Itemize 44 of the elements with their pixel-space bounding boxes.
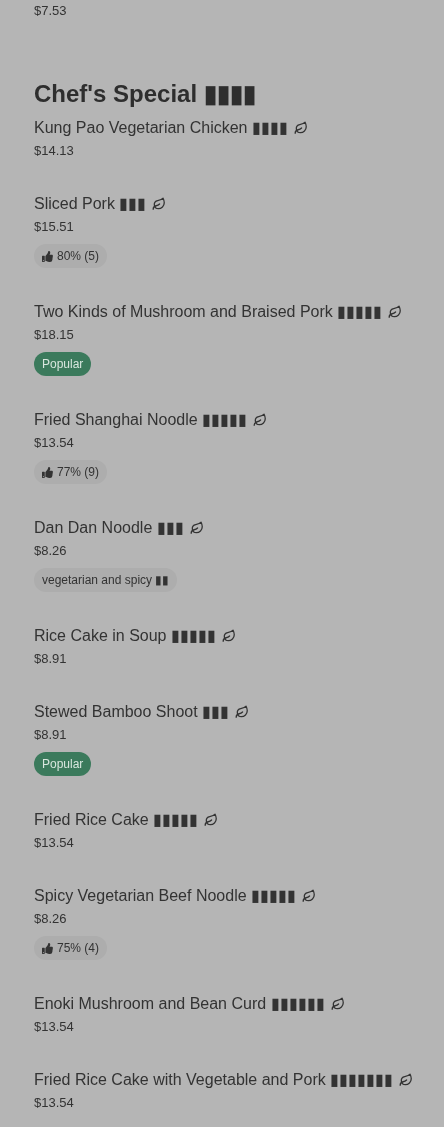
leaf-icon — [253, 413, 268, 427]
leaf-icon — [388, 305, 403, 319]
item-price: $13.54 — [34, 1018, 75, 1036]
leaf-icon — [293, 121, 308, 135]
thumbs-up-icon — [42, 250, 53, 262]
dish-name[interactable]: Dan Dan Noodle ▮▮▮ — [34, 516, 184, 540]
popular-badge: Popular — [34, 352, 92, 376]
rating-text: 75% (4) — [57, 940, 100, 957]
leaf-icon — [152, 197, 167, 211]
item-price: $8.91 — [34, 726, 68, 744]
item-price: $7.53 — [34, 2, 68, 20]
item-price: $15.51 — [34, 218, 75, 236]
item-price: $13.54 — [34, 1094, 75, 1112]
rating-text: 77% (9) — [57, 464, 100, 481]
leaf-icon — [399, 1073, 414, 1087]
dish-name[interactable]: Enoki Mushroom and Bean Curd ▮▮▮▮▮▮ — [34, 992, 325, 1016]
thumbs-up-icon — [42, 942, 53, 954]
leaf-icon — [235, 705, 250, 719]
item-price: $18.15 — [34, 326, 75, 344]
dish-name[interactable]: Sliced Pork ▮▮▮ — [34, 192, 147, 216]
dish-name[interactable]: Rice Cake in Soup ▮▮▮▮▮ — [34, 624, 216, 648]
dish-name[interactable]: Fried Rice Cake with Vegetable and Pork ▮▮▮▮▮▮▮ — [34, 1068, 394, 1092]
thumbs-up-icon — [42, 466, 53, 478]
leaf-icon — [204, 813, 219, 827]
leaf-icon — [330, 997, 345, 1011]
dish-name[interactable]: Fried Rice Cake ▮▮▮▮▮ — [34, 808, 199, 832]
dish-name[interactable]: Two Kinds of Mushroom and Braised Pork ▮▮▮▮▮ — [34, 300, 383, 324]
leaf-icon — [302, 889, 317, 903]
leaf-icon — [221, 629, 236, 643]
item-price: $14.13 — [34, 142, 75, 160]
item-price: $8.26 — [34, 542, 68, 560]
dish-name[interactable]: Spicy Vegetarian Beef Noodle ▮▮▮▮▮ — [34, 884, 297, 908]
leaf-icon — [189, 521, 204, 535]
dish-name[interactable]: Fried Shanghai Noodle ▮▮▮▮▮ — [34, 408, 248, 432]
rating-text: 80% (5) — [57, 248, 100, 265]
section-title: Chef's Special ▮▮▮▮ — [34, 79, 257, 109]
dish-name[interactable]: Kung Pao Vegetarian Chicken ▮▮▮▮ — [34, 116, 288, 140]
item-price: $8.91 — [34, 650, 68, 668]
item-price: $8.26 — [34, 910, 68, 928]
tag-badge: vegetarian and spicy ▮▮ — [34, 568, 178, 592]
dish-name[interactable]: Stewed Bamboo Shoot ▮▮▮ — [34, 700, 230, 724]
popular-badge: Popular — [34, 752, 92, 776]
item-price: $13.54 — [34, 434, 75, 452]
item-price: $13.54 — [34, 834, 75, 852]
